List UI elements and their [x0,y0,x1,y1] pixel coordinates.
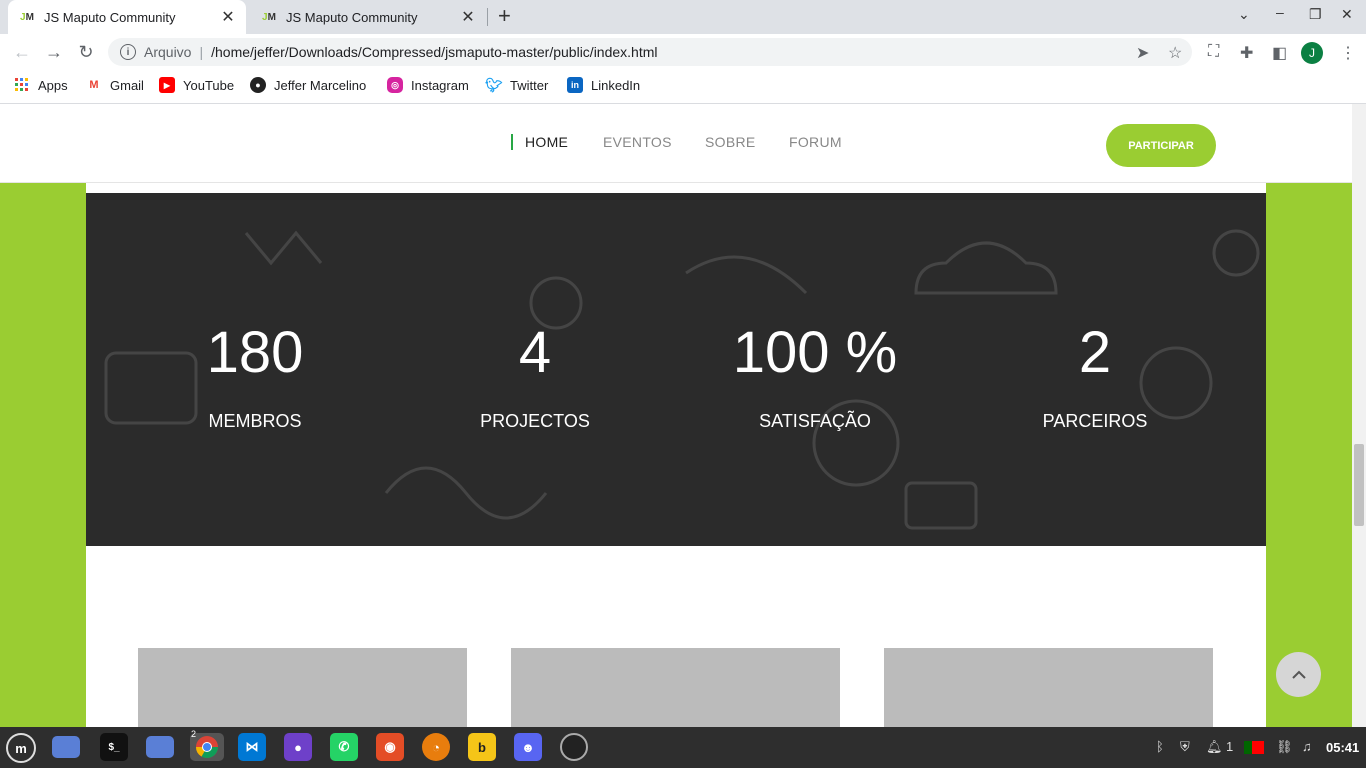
tab-favicon: JM [262,11,276,23]
desktop-icon[interactable] [52,736,80,758]
stats-section: 180 MEMBROS 4 PROJECTOS 100 % SATISFAÇÃO… [86,193,1266,546]
side-panel-icon[interactable]: ◧ [1272,43,1287,63]
tab-inactive[interactable]: JM JS Maputo Community ✕ [250,0,486,34]
stat-value: 180 [206,320,304,385]
bookmark-label: LinkedIn [591,77,641,93]
notification-icon[interactable]: 🔔︎ [1206,739,1223,755]
clock[interactable]: 05:41 [1326,740,1359,755]
restore-icon[interactable]: ❐ [1309,6,1322,23]
card-placeholder [884,648,1213,727]
menu-kebab-icon[interactable]: ⋮ [1340,43,1356,63]
card-placeholder [138,648,467,727]
youtube-icon: ▶ [159,77,175,93]
shield-icon[interactable]: ⛨ [1180,739,1190,755]
vscode-icon[interactable]: ⋈ [238,733,266,761]
address-separator: | [199,44,204,60]
page-viewport: HOME EVENTOS SOBRE FORUM PARTICIPAR 180 … [0,104,1352,727]
gimp-icon[interactable]: ◉ [376,733,404,761]
tab-strip: JM JS Maputo Community ✕ JM JS Maputo Co… [0,0,1366,34]
bookmark-label: Apps [38,77,68,93]
minimize-icon[interactable]: ‒ [1276,4,1284,20]
window-close-icon[interactable]: ✕ [1341,6,1353,23]
participar-button[interactable]: PARTICIPAR [1106,124,1216,167]
screenshot-icon[interactable]: ⛶ [1208,43,1219,61]
bluetooth-icon[interactable]: ᛒ [1156,739,1164,754]
bookmark-label: Jeffer Marcelino [274,77,367,93]
tab-title: JS Maputo Community [286,9,418,25]
nav-eventos[interactable]: EVENTOS [603,134,672,150]
stat-label: SATISFAÇÃO [759,411,871,431]
github-icon: ● [250,77,266,93]
tab-close-icon[interactable]: ✕ [216,7,240,27]
stat-value: 2 [1078,320,1112,385]
tab-active[interactable]: JM JS Maputo Community ✕ [8,0,246,34]
send-icon[interactable]: ➤ [1136,43,1149,63]
tab-search-icon[interactable]: ⌄ [1238,6,1250,23]
terminal-icon[interactable]: $_ [100,733,128,761]
instagram-icon: ◎ [387,77,403,93]
address-url[interactable]: /home/jeffer/Downloads/Compressed/jsmapu… [211,44,657,60]
chrome-window-count: 2 [191,729,197,739]
new-tab-button[interactable]: + [498,5,511,27]
sound-icon[interactable]: ♫ [1302,739,1312,754]
stat-value: 4 [518,320,552,385]
gmail-icon: M [89,79,99,91]
tab-close-icon[interactable]: ✕ [456,7,480,27]
notification-count: 1 [1226,739,1234,754]
bookmark-star-icon[interactable]: ☆ [1168,43,1182,63]
bookmark-instagram[interactable]: ◎ Instagram [387,77,469,93]
mint-menu-icon[interactable]: m [6,733,36,763]
bookmark-label: Gmail [110,77,144,93]
address-bar[interactable]: i Arquivo | /home/jeffer/Downloads/Compr… [108,38,1192,66]
reload-icon[interactable]: ↻ [74,40,98,64]
blender-icon[interactable]: ◔ [422,733,450,761]
twitter-icon: 🐦︎ [485,76,503,93]
bookmark-github[interactable]: ● Jeffer Marcelino [250,77,366,93]
bookmark-label: Instagram [411,77,469,93]
keyboard-layout-flag-icon[interactable] [1244,741,1264,754]
nav-home[interactable]: HOME [511,134,568,150]
forward-icon[interactable]: → [42,40,66,64]
network-icon[interactable]: ⛓︎ [1276,739,1293,755]
bookmark-gmail[interactable]: M Gmail [86,77,144,93]
scrollbar-thumb[interactable] [1354,444,1364,526]
apps-grid-icon [14,77,30,93]
nav-forum[interactable]: FORUM [789,134,842,150]
page-scrollbar[interactable] [1352,104,1366,727]
nav-sobre[interactable]: SOBRE [705,134,756,150]
bookmark-apps[interactable]: Apps [14,77,68,93]
discord-icon[interactable]: ☻ [514,733,542,761]
bookmark-linkedin[interactable]: in LinkedIn [567,77,640,93]
bookmark-label: Twitter [510,77,549,93]
profile-avatar[interactable]: J [1301,42,1323,64]
address-scheme: Arquivo [144,44,192,60]
browser-toolbar: ← → ↻ i Arquivo | /home/jeffer/Downloads… [0,34,1366,70]
card-placeholder [511,648,840,727]
site-navbar: HOME EVENTOS SOBRE FORUM PARTICIPAR [0,104,1352,183]
tab-separator [487,8,488,26]
bookmark-youtube[interactable]: ▶ YouTube [159,77,234,93]
bitwarden-icon[interactable]: b [468,733,496,761]
obs-icon[interactable] [560,733,588,761]
github-desktop-icon[interactable]: ● [284,733,312,761]
extensions-icon[interactable]: ✚ [1240,43,1253,63]
bookmark-label: YouTube [183,77,235,93]
stat-value: 100 % [732,320,898,385]
site-info-icon[interactable]: i [120,44,136,60]
chevron-up-icon [1291,670,1306,679]
stat-label: PROJECTOS [480,411,590,431]
tab-title: JS Maputo Community [44,9,176,25]
stat-label: MEMBROS [208,411,302,431]
scroll-to-top-button[interactable] [1276,652,1321,697]
os-taskbar: m $_ 2 ⋈ ● ✆ ◉ ◔ b ☻ ᛒ ⛨ 🔔︎ 1 ⛓︎ ♫ 05:41 [0,727,1366,768]
bookmark-twitter[interactable]: 🐦︎ Twitter [485,76,549,93]
back-icon[interactable]: ← [10,40,34,64]
bookmarks-bar: Apps M Gmail ▶ YouTube ● Jeffer Marcelin… [0,70,1366,104]
linkedin-icon: in [567,77,583,93]
files-icon[interactable] [146,736,174,758]
tab-favicon: JM [20,11,34,23]
whatsapp-icon[interactable]: ✆ [330,733,358,761]
stat-label: PARCEIROS [1042,411,1148,431]
